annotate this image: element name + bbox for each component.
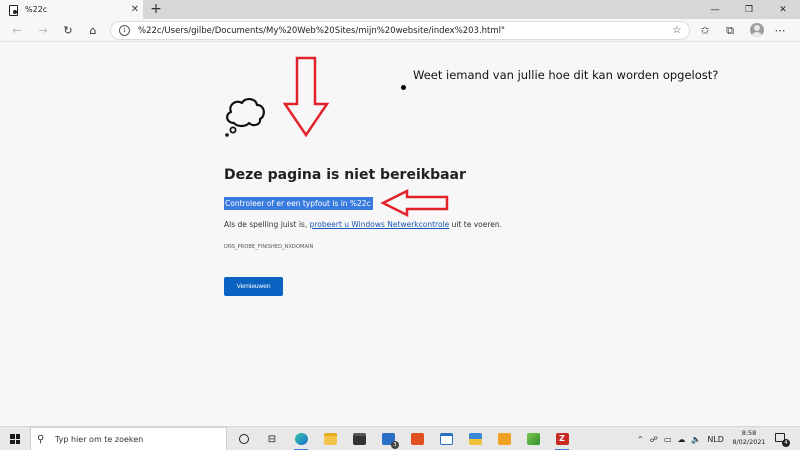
annotation-arrow-down — [282, 56, 330, 138]
tab-strip: %22c ✕ + — ❐ ✕ — [0, 0, 800, 19]
reload-button[interactable]: Vernieuwen — [224, 277, 283, 296]
mail-icon[interactable]: 3 — [378, 430, 399, 449]
forward-icon[interactable]: → — [34, 22, 52, 39]
selected-error-text[interactable]: Controleer of er een typfout is in %22c — [224, 197, 373, 210]
home-icon[interactable]: ⌂ — [84, 22, 102, 39]
taskbar-search[interactable]: ⚲ Typ hier om te zoeken — [30, 427, 227, 450]
edge-icon[interactable] — [291, 430, 311, 450]
page-title: Deze pagina is niet bereikbaar — [224, 167, 466, 183]
annotation-arrow-left — [380, 188, 449, 218]
address-url[interactable]: %22c/Users/gilbe/Documents/My%20Web%20Si… — [138, 26, 669, 36]
notification-center-icon[interactable]: 4 — [774, 431, 790, 447]
error-code: DNS_PROBE_FINISHED_NXDOMAIN — [224, 244, 314, 250]
star-icon[interactable]: ☆ — [669, 25, 685, 36]
mail-badge: 3 — [391, 441, 399, 449]
tab-title: %22c — [25, 5, 48, 14]
task-view-icon[interactable]: ⊟ — [262, 430, 282, 448]
chevron-up-icon[interactable]: ⌃ — [637, 435, 644, 444]
paint-icon[interactable] — [465, 430, 485, 448]
search-icon: ⚲ — [37, 433, 45, 445]
info-icon[interactable]: i — [119, 25, 130, 36]
network-icon[interactable]: ☍ — [650, 435, 658, 444]
page-error-icon — [8, 4, 18, 16]
media-player-icon[interactable] — [494, 430, 514, 448]
hint-text: Als de spelling juist is, probeert u Win… — [224, 220, 503, 229]
more-icon[interactable]: ⋯ — [771, 22, 789, 39]
address-bar[interactable]: i %22c/Users/gilbe/Documents/My%20Web%20… — [110, 21, 690, 40]
window-controls: — ❐ ✕ — [698, 0, 800, 19]
office-icon[interactable] — [407, 430, 427, 448]
new-tab-button[interactable]: + — [148, 0, 164, 19]
language-indicator[interactable]: NLD — [707, 435, 724, 444]
notepad-icon[interactable] — [436, 430, 456, 448]
file-explorer-icon[interactable] — [320, 430, 340, 448]
tab-close-icon[interactable]: ✕ — [127, 4, 143, 15]
battery-icon[interactable]: ▭ — [664, 435, 672, 444]
store-icon[interactable] — [349, 430, 369, 448]
photo-viewer-icon[interactable] — [523, 430, 543, 448]
browser-tab[interactable]: %22c ✕ — [0, 0, 143, 19]
minimize-button[interactable]: — — [698, 0, 732, 19]
system-tray: ⌃ ☍ ▭ ☁ 🔈 NLD — [637, 427, 724, 450]
annotation-dot — [401, 85, 406, 90]
annotation-question: Weet iemand van jullie hoe dit kan worde… — [413, 68, 719, 82]
clock-date: 8/02/2021 — [732, 438, 766, 446]
volume-icon[interactable]: 🔈 — [691, 435, 701, 444]
clock[interactable]: 8:58 8/02/2021 — [728, 429, 770, 447]
start-button[interactable] — [0, 427, 30, 450]
clock-time: 8:58 — [741, 429, 757, 437]
profile-icon[interactable] — [750, 23, 764, 37]
cortana-icon[interactable] — [234, 430, 254, 448]
browser-toolbar: ← → ↻ ⌂ i %22c/Users/gilbe/Documents/My%… — [0, 19, 800, 42]
taskbar: ⚲ Typ hier om te zoeken ⊟ 3 Z ⌃ ☍ ▭ ☁ 🔈 … — [0, 426, 800, 450]
collections-icon[interactable]: ⧉ — [721, 22, 739, 39]
network-diagnostics-link[interactable]: probeert u Windows Netwerkcontrole — [310, 220, 450, 229]
favorites-icon[interactable]: ✩ — [696, 22, 714, 39]
filezilla-icon[interactable]: Z — [552, 430, 572, 450]
close-window-button[interactable]: ✕ — [766, 0, 800, 19]
restore-button[interactable]: ❐ — [732, 0, 766, 19]
thought-cloud-icon — [225, 98, 265, 137]
notification-count: 4 — [782, 439, 790, 447]
back-icon[interactable]: ← — [8, 22, 26, 39]
windows-logo-icon — [10, 434, 20, 444]
refresh-icon[interactable]: ↻ — [59, 22, 77, 39]
onedrive-icon[interactable]: ☁ — [677, 435, 685, 444]
search-placeholder: Typ hier om te zoeken — [55, 434, 144, 444]
error-page: Weet iemand van jullie hoe dit kan worde… — [0, 43, 800, 417]
